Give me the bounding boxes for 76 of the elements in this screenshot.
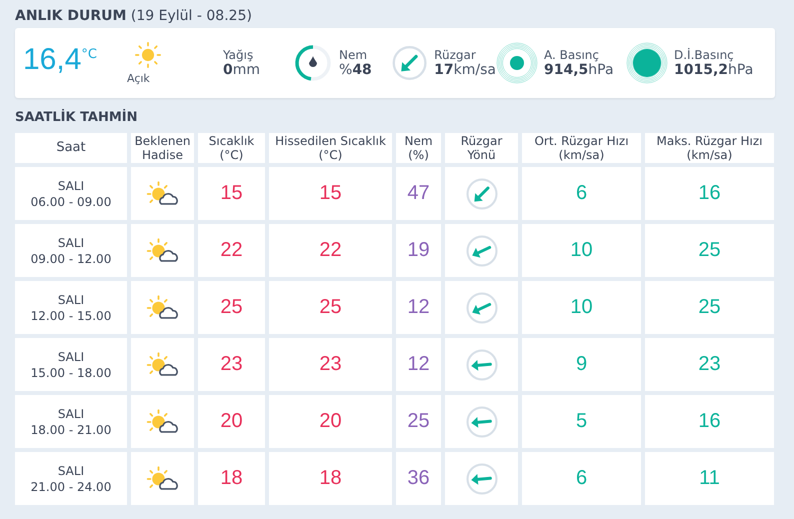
- wind-speed-cell: 10: [570, 296, 593, 319]
- temperature-cell: 18: [220, 467, 243, 490]
- column-header: Hissedilen Sıcaklık (°C): [269, 133, 392, 163]
- column-header: Nem (%): [396, 133, 441, 163]
- column-header: Sıcaklık (°C): [198, 133, 265, 163]
- wind-direction-icon: [464, 290, 498, 324]
- wind-direction-icon: [464, 462, 498, 496]
- time-slot: SALI 18.00 - 21.00: [30, 406, 112, 438]
- feels-like-cell: 20: [319, 410, 342, 433]
- max-wind-speed-cell: 25: [698, 239, 721, 262]
- max-wind-speed-cell: 23: [698, 353, 721, 376]
- time-slot: SALI 09.00 - 12.00: [30, 234, 112, 266]
- humidity-cell: 12: [407, 353, 430, 376]
- humidity-cell: 25: [407, 410, 430, 433]
- wind-direction-icon: [391, 44, 428, 82]
- humidity-cell: 19: [407, 239, 430, 262]
- feels-like-cell: 22: [319, 239, 342, 262]
- wind-speed-cell: 5: [576, 410, 588, 433]
- time-slot: SALI 06.00 - 09.00: [30, 178, 112, 210]
- stat-value: %48: [339, 62, 372, 78]
- column-header: Rüzgar Yönü: [445, 133, 518, 163]
- stat-label: Yağış: [223, 48, 254, 62]
- stat-label: D.İ.Basınç: [674, 48, 735, 62]
- wind-direction-icon: [464, 404, 498, 438]
- temperature-cell: 25: [220, 296, 243, 319]
- section-title: SAATLİK TAHMİN: [15, 108, 139, 127]
- temperature-cell: 15: [220, 182, 243, 205]
- column-header: Beklenen Hadise: [131, 133, 194, 163]
- section-title: ANLIK DURUM (19 Eylül - 08.25): [15, 7, 253, 26]
- partly-cloudy-icon: [144, 180, 180, 208]
- stat-value: 1015,2hPa: [674, 62, 754, 78]
- column-header: Ort. Rüzgar Hızı (km/sa): [522, 133, 641, 163]
- column-header: Maks. Rüzgar Hızı (km/sa): [645, 133, 774, 163]
- humidity-cell: 12: [407, 296, 430, 319]
- feels-like-cell: 25: [319, 296, 342, 319]
- time-slot: SALI 12.00 - 15.00: [30, 292, 112, 324]
- stat-label: A. Basınç: [544, 48, 600, 62]
- sun-icon: [135, 42, 161, 68]
- partly-cloudy-icon: [144, 294, 180, 322]
- stat-value: 0mm: [223, 62, 262, 78]
- temperature-unit: °C: [81, 47, 97, 62]
- stat-label: Rüzgar: [434, 48, 477, 62]
- stat-value: 914,5hPa: [544, 62, 614, 78]
- max-wind-speed-cell: 16: [698, 410, 721, 433]
- wind-direction-icon: [464, 176, 498, 210]
- time-slot: SALI 21.00 - 24.00: [30, 462, 112, 494]
- partly-cloudy-icon: [144, 350, 180, 378]
- wind-speed-cell: 6: [576, 467, 588, 490]
- condition-label: Açık: [127, 72, 150, 84]
- pressure-icon: [626, 42, 668, 84]
- feels-like-cell: 18: [319, 467, 342, 490]
- droplet-icon: [309, 56, 317, 67]
- partly-cloudy-icon: [144, 408, 180, 436]
- column-header: Saat: [15, 133, 127, 163]
- wind-direction-icon: [464, 234, 498, 268]
- feels-like-cell: 23: [319, 353, 342, 376]
- partly-cloudy-icon: [144, 236, 180, 264]
- max-wind-speed-cell: 25: [698, 296, 721, 319]
- wind-speed-cell: 10: [570, 239, 593, 262]
- time-slot: SALI 15.00 - 18.00: [30, 348, 112, 380]
- temperature-cell: 23: [220, 353, 243, 376]
- humidity-cell: 36: [407, 467, 430, 490]
- temperature-value: 16,4: [23, 43, 82, 77]
- stat-label: Nem: [339, 48, 368, 62]
- humidity-cell: 47: [407, 182, 430, 205]
- wind-speed-cell: 6: [576, 182, 588, 205]
- pressure-icon: [496, 42, 538, 84]
- partly-cloudy-icon: [144, 464, 180, 492]
- wind-speed-cell: 9: [576, 353, 588, 376]
- max-wind-speed-cell: 11: [699, 467, 720, 490]
- wind-direction-icon: [464, 348, 498, 382]
- temperature-cell: 22: [220, 239, 243, 262]
- max-wind-speed-cell: 16: [698, 182, 721, 205]
- temperature-cell: 20: [220, 410, 243, 433]
- feels-like-cell: 15: [319, 182, 342, 205]
- stat-value: 17km/sa: [434, 62, 496, 78]
